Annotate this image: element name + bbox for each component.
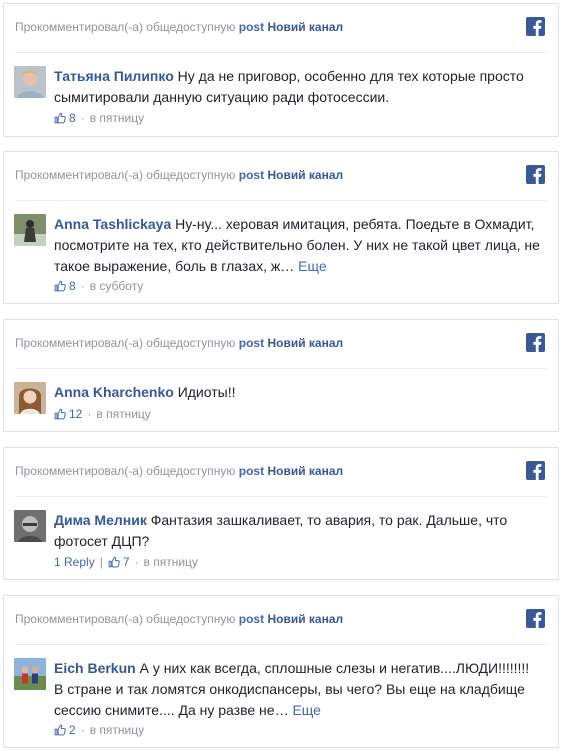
comment-time[interactable]: в пятницу <box>90 111 144 125</box>
like-count[interactable]: 8 <box>54 111 76 125</box>
thumbs-up-icon <box>54 724 66 736</box>
comment-body: Дима Мелник Фантазия зашкаливает, то ава… <box>54 510 540 552</box>
avatar[interactable] <box>14 382 46 414</box>
comment-card: Прокомментировал(-а) общедоступную post … <box>3 3 559 137</box>
like-count[interactable]: 7 <box>108 555 130 569</box>
facebook-icon[interactable] <box>526 609 545 628</box>
thumbs-up-icon <box>54 280 66 292</box>
comment-meta: 8 · в субботу <box>54 279 143 293</box>
like-count[interactable]: 8 <box>54 279 76 293</box>
separator: · <box>80 279 85 293</box>
separator: · <box>134 555 139 569</box>
like-count-value: 2 <box>69 723 76 737</box>
like-count-value: 7 <box>122 555 130 569</box>
divider <box>15 368 547 369</box>
like-count-value: 8 <box>69 111 76 125</box>
divider <box>15 52 547 53</box>
card-header: Прокомментировал(-а) общедоступную post … <box>15 168 343 182</box>
thumbs-up-icon <box>108 556 120 568</box>
comment-time[interactable]: в пятницу <box>90 723 144 737</box>
comment-card: Прокомментировал(-а) общедоступную post … <box>3 595 559 748</box>
post-link[interactable]: post <box>239 168 264 182</box>
comment-card: Прокомментировал(-а) общедоступную post … <box>3 447 559 580</box>
facebook-icon[interactable] <box>526 17 545 36</box>
channel-link[interactable]: Новий канал <box>267 612 343 626</box>
post-link[interactable]: post <box>239 612 264 626</box>
header-prefix: Прокомментировал(-а) общедоступную <box>15 612 236 626</box>
comment-body: Eich Berkun А у них как всегда, сплошные… <box>54 658 540 721</box>
facebook-icon[interactable] <box>526 165 545 184</box>
see-more-link[interactable]: Еще <box>298 258 327 274</box>
channel-link[interactable]: Новий канал <box>267 168 343 182</box>
see-more-link[interactable]: Еще <box>292 702 321 718</box>
channel-link[interactable]: Новий канал <box>267 336 343 350</box>
channel-link[interactable]: Новий канал <box>267 20 343 34</box>
channel-link[interactable]: Новий канал <box>267 464 343 478</box>
comment-author[interactable]: Eich Berkun <box>54 660 136 676</box>
comment-author[interactable]: Anna Tashlickaya <box>54 216 171 232</box>
card-header: Прокомментировал(-а) общедоступную post … <box>15 336 343 350</box>
like-count-value: 8 <box>69 279 76 293</box>
thumbs-up-icon <box>54 408 66 420</box>
avatar[interactable] <box>14 510 46 542</box>
comment-card: Прокомментировал(-а) общедоступную post … <box>3 319 559 432</box>
separator: · <box>80 111 85 125</box>
divider <box>15 200 547 201</box>
comment-text: Идиоты!! <box>177 384 236 400</box>
divider <box>15 496 547 497</box>
divider <box>15 644 547 645</box>
card-header: Прокомментировал(-а) общедоступную post … <box>15 464 343 478</box>
post-link[interactable]: post <box>239 20 264 34</box>
header-prefix: Прокомментировал(-а) общедоступную <box>15 464 236 478</box>
card-header: Прокомментировал(-а) общедоступную post … <box>15 20 343 34</box>
comment-author[interactable]: Дима Мелник <box>54 512 147 528</box>
avatar[interactable] <box>14 66 46 98</box>
header-prefix: Прокомментировал(-а) общедоступную <box>15 20 236 34</box>
post-link[interactable]: post <box>239 464 264 478</box>
comment-meta: 2 · в пятницу <box>54 723 144 737</box>
comment-card: Прокомментировал(-а) общедоступную post … <box>3 151 559 304</box>
card-header: Прокомментировал(-а) общедоступную post … <box>15 612 343 626</box>
comment-time[interactable]: в пятницу <box>144 555 198 569</box>
facebook-icon[interactable] <box>526 461 545 480</box>
like-count[interactable]: 12 <box>54 407 82 421</box>
comment-meta: 1 Reply | 7 · в пятницу <box>54 555 198 569</box>
like-count-value: 12 <box>69 407 83 421</box>
comment-time[interactable]: в субботу <box>90 279 144 293</box>
comment-author[interactable]: Anna Kharchenko <box>54 384 174 400</box>
like-count[interactable]: 2 <box>54 723 76 737</box>
separator: · <box>80 723 85 737</box>
comment-time[interactable]: в пятницу <box>96 407 150 421</box>
separator: | <box>99 555 103 569</box>
comment-body: Anna Tashlickaya Ну-ну... херовая имитац… <box>54 214 540 277</box>
avatar[interactable] <box>14 214 46 246</box>
reply-count-link[interactable]: 1 Reply <box>54 555 95 569</box>
facebook-icon[interactable] <box>526 333 545 352</box>
post-link[interactable]: post <box>239 336 264 350</box>
thumbs-up-icon <box>54 112 66 124</box>
header-prefix: Прокомментировал(-а) общедоступную <box>15 168 236 182</box>
header-prefix: Прокомментировал(-а) общедоступную <box>15 336 236 350</box>
comment-author[interactable]: Татьяна Пилипко <box>54 68 174 84</box>
comment-meta: 8 · в пятницу <box>54 111 144 125</box>
comment-body: Anna Kharchenko Идиоты!! <box>54 382 540 403</box>
comment-body: Татьяна Пилипко Ну да не приговор, особе… <box>54 66 540 108</box>
separator: · <box>87 407 92 421</box>
comment-meta: 12 · в пятницу <box>54 407 151 421</box>
avatar[interactable] <box>14 658 46 690</box>
